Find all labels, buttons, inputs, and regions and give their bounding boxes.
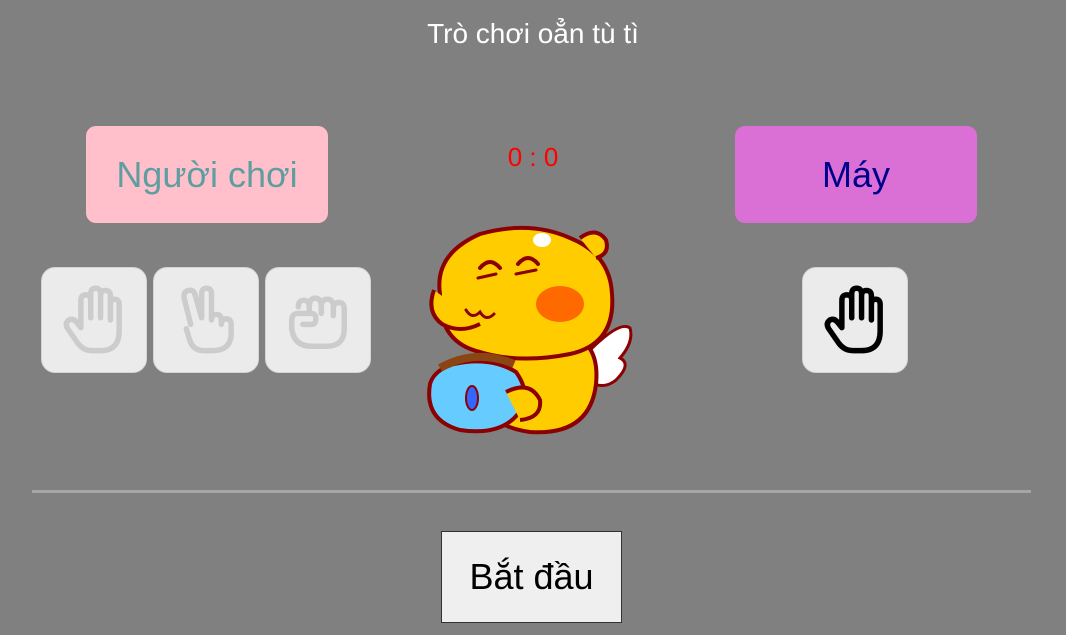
scissors-choice-button[interactable] xyxy=(153,267,259,373)
player-label-text: Người chơi xyxy=(116,153,298,195)
hand-paper-icon xyxy=(824,285,883,354)
rock-choice-button[interactable] xyxy=(265,267,371,373)
hand-scissors-icon xyxy=(181,285,234,354)
mascot-image xyxy=(427,225,633,435)
paper-choice-button[interactable] xyxy=(41,267,147,373)
machine-choice-display xyxy=(802,267,908,373)
start-button[interactable]: Bắt đầu xyxy=(441,531,622,623)
score-display: 0 : 0 xyxy=(507,142,559,172)
machine-label: Máy xyxy=(735,126,977,223)
machine-label-text: Máy xyxy=(821,153,890,195)
hand-rock-icon xyxy=(289,295,347,349)
player-label: Người chơi xyxy=(86,126,328,223)
game-page: Trò chơi oẳn tù tì Người chơi 0 : 0 Máy xyxy=(0,0,1066,635)
hand-paper-icon xyxy=(63,285,122,354)
page-title: Trò chơi oẳn tù tì xyxy=(427,18,639,49)
divider xyxy=(32,490,1031,493)
